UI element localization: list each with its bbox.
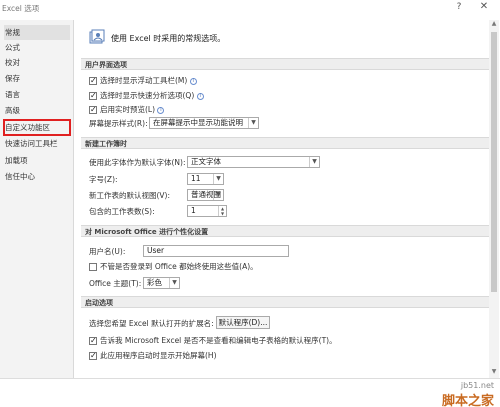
page-title: 使用 Excel 时采用的常规选项。 xyxy=(111,34,226,43)
section-ui-options: 用户界面选项 xyxy=(81,58,494,70)
sidebar-item-save[interactable]: 保存 xyxy=(4,71,70,86)
tell-me-option[interactable]: 告诉我 Microsoft Excel 是否不是查看和编辑电子表格的默认程序(T… xyxy=(89,335,337,347)
dialog-footer: jb51.net 脚本之家 xyxy=(0,378,500,407)
sidebar-item-trust-center[interactable]: 信任中心 xyxy=(4,169,70,184)
default-font-select[interactable]: 正文字体 ▼ xyxy=(187,156,320,168)
always-use-label: 不管是否登录到 Office 都始终使用这些值(A)。 xyxy=(100,262,258,271)
chevron-down-icon: ▼ xyxy=(248,118,258,128)
username-label: 用户名(U): xyxy=(89,247,126,256)
sidebar-item-proofing[interactable]: 校对 xyxy=(4,55,70,70)
live-preview-checkbox[interactable] xyxy=(89,104,97,116)
section-heading: 用户界面选项 xyxy=(85,61,127,69)
default-view-label: 新工作表的默认视图(V): xyxy=(89,191,171,200)
watermark-url: jb51.net xyxy=(460,381,494,390)
quick-analysis-label: 选择时显示快速分析选项(Q) xyxy=(100,91,195,100)
default-view-select[interactable]: 普通视图 ▼ xyxy=(187,189,224,201)
chevron-down-icon: ▼ xyxy=(213,190,223,200)
sidebar-item-advanced[interactable]: 高级 xyxy=(4,103,70,118)
mini-toolbar-checkbox[interactable] xyxy=(89,75,97,87)
extensions-label: 选择您希望 Excel 默认打开的扩展名: xyxy=(89,319,214,328)
watermark-brand: 脚本之家 xyxy=(441,394,494,407)
sidebar-item-quick-access-toolbar[interactable]: 快速访问工具栏 xyxy=(4,136,70,151)
default-font-value: 正文字体 xyxy=(191,157,221,166)
tell-me-checkbox[interactable] xyxy=(89,335,97,347)
live-preview-option[interactable]: 启用实时预览(L) i xyxy=(89,104,165,116)
options-sidebar: 常规 公式 校对 保存 语言 高级 自定义功能区 快速访问工具栏 加载项 信任中… xyxy=(0,20,74,378)
screentip-style-label: 屏幕提示样式(R): xyxy=(89,119,148,128)
font-size-label: 字号(Z): xyxy=(89,175,118,184)
office-theme-label: Office 主题(T): xyxy=(89,279,142,288)
office-theme-value: 彩色 xyxy=(147,278,162,287)
username-input[interactable]: User xyxy=(143,245,289,257)
live-preview-label: 启用实时预览(L) xyxy=(100,105,156,114)
section-heading: 启动选项 xyxy=(85,299,113,307)
font-size-select[interactable]: 11 ▼ xyxy=(187,173,224,185)
watermark: jb51.net 脚本之家 xyxy=(442,381,494,407)
show-start-checkbox[interactable] xyxy=(89,350,97,362)
help-button[interactable]: ? xyxy=(453,2,465,12)
mini-toolbar-label: 选择时显示浮动工具栏(M) xyxy=(100,76,188,85)
office-theme-select[interactable]: 彩色 ▼ xyxy=(143,277,180,289)
scrollbar-thumb[interactable] xyxy=(491,32,497,292)
show-start-option[interactable]: 此应用程序启动时显示开始屏幕(H) xyxy=(89,350,217,362)
sheet-count-stepper[interactable]: 1 ▲ ▼ xyxy=(187,205,227,217)
title-bar: Excel 选项 ? ✕ xyxy=(0,0,500,20)
section-heading: 对 Microsoft Office 进行个性化设置 xyxy=(85,228,209,236)
sidebar-item-add-ins[interactable]: 加载项 xyxy=(4,153,70,168)
window-title: Excel 选项 xyxy=(2,4,40,13)
general-options-icon xyxy=(89,29,105,44)
chevron-down-icon: ▼ xyxy=(169,278,179,288)
sidebar-item-formulas[interactable]: 公式 xyxy=(4,40,70,55)
scrollbar[interactable]: ▲ ▼ xyxy=(489,20,499,378)
show-start-label: 此应用程序启动时显示开始屏幕(H) xyxy=(100,351,217,360)
mini-toolbar-option[interactable]: 选择时显示浮动工具栏(M) i xyxy=(89,75,197,87)
section-heading: 新建工作簿时 xyxy=(85,140,127,148)
info-icon: i xyxy=(157,106,165,114)
scroll-up-icon[interactable]: ▲ xyxy=(489,20,499,30)
sidebar-item-general[interactable]: 常规 xyxy=(4,25,70,40)
quick-analysis-checkbox[interactable] xyxy=(89,90,97,102)
default-programs-button[interactable]: 默认程序(D)... xyxy=(216,316,270,329)
chevron-down-icon: ▼ xyxy=(213,174,223,184)
options-content: 使用 Excel 时采用的常规选项。 用户界面选项 选择时显示浮动工具栏(M) … xyxy=(75,20,500,378)
section-startup: 启动选项 xyxy=(81,296,494,308)
stepper-icon[interactable]: ▲ ▼ xyxy=(218,206,226,216)
screentip-style-select[interactable]: 在屏幕提示中显示功能说明 ▼ xyxy=(149,117,259,129)
tell-me-label: 告诉我 Microsoft Excel 是否不是查看和编辑电子表格的默认程序(T… xyxy=(100,336,337,345)
quick-analysis-option[interactable]: 选择时显示快速分析选项(Q) i xyxy=(89,90,204,102)
sheet-count-value: 1 xyxy=(191,206,196,215)
chevron-down-icon: ▼ xyxy=(309,157,319,167)
sidebar-item-language[interactable]: 语言 xyxy=(4,87,70,102)
close-button[interactable]: ✕ xyxy=(478,1,490,12)
scroll-down-icon[interactable]: ▼ xyxy=(489,368,499,378)
section-personalize: 对 Microsoft Office 进行个性化设置 xyxy=(81,225,494,237)
screentip-style-value: 在屏幕提示中显示功能说明 xyxy=(153,118,243,127)
section-new-workbook: 新建工作簿时 xyxy=(81,137,494,149)
sidebar-item-customize-ribbon[interactable]: 自定义功能区 xyxy=(3,119,71,136)
always-use-checkbox[interactable] xyxy=(89,263,97,271)
always-use-option[interactable]: 不管是否登录到 Office 都始终使用这些值(A)。 xyxy=(89,261,258,273)
font-size-value: 11 xyxy=(191,174,201,183)
info-icon: i xyxy=(196,92,204,100)
info-icon: i xyxy=(189,77,197,85)
sheet-count-label: 包含的工作表数(S): xyxy=(89,207,155,216)
default-font-label: 使用此字体作为默认字体(N): xyxy=(89,158,186,167)
